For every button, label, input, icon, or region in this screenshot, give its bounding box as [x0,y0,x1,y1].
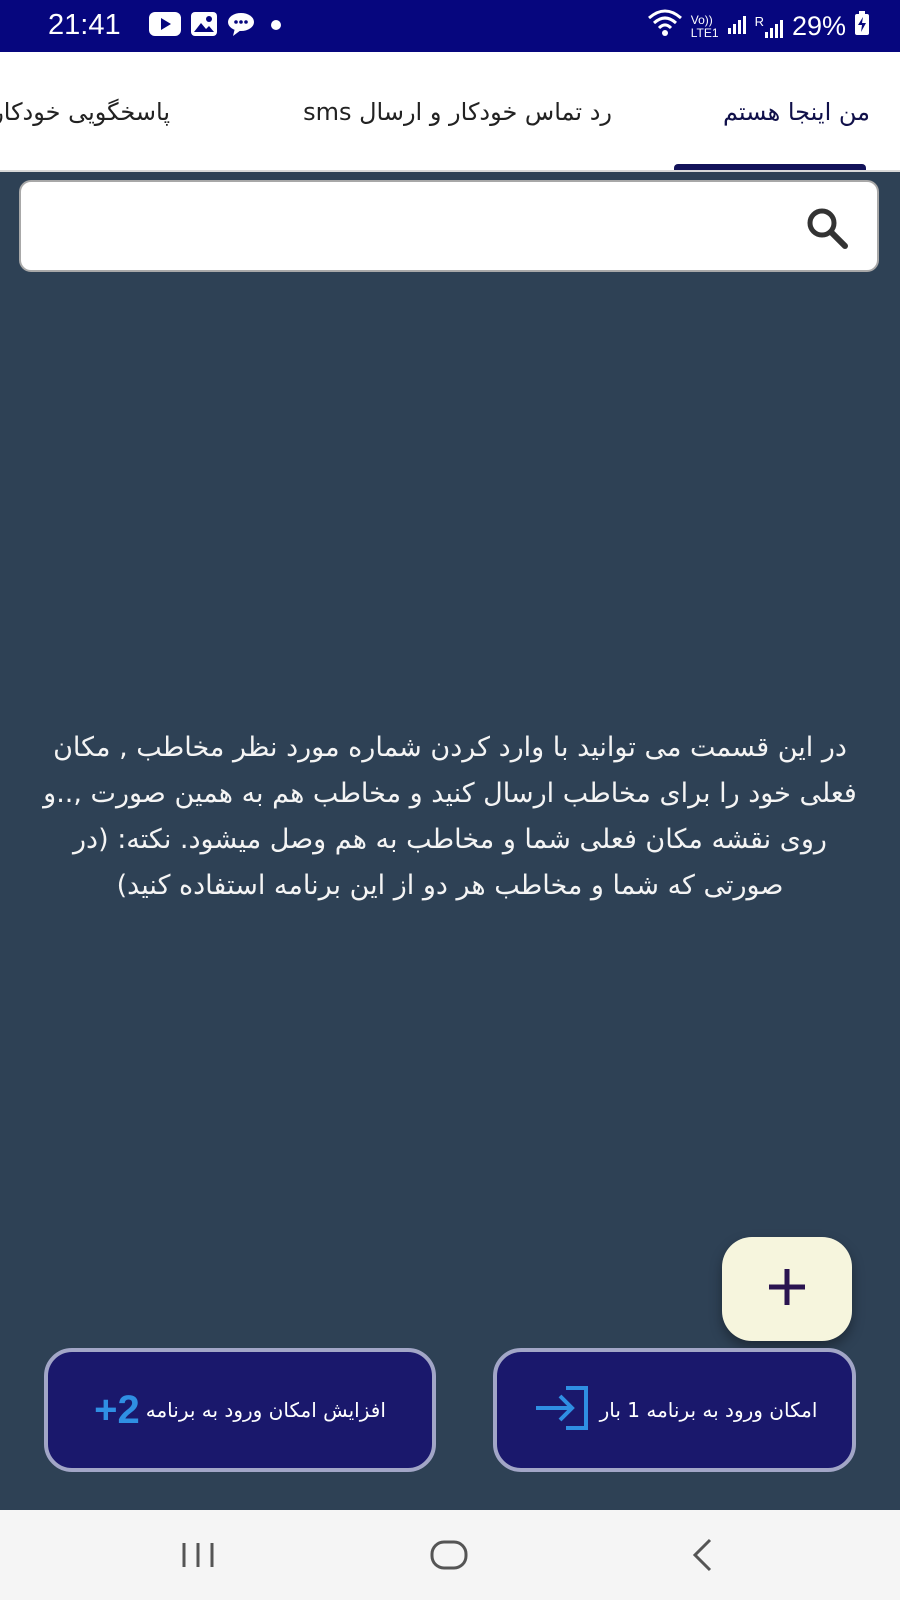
search-box[interactable] [19,180,879,272]
volte-label: Vo)) [690,12,713,27]
lte-label: LTE1 [690,25,719,40]
login-icon [532,1383,592,1437]
roaming-signal-icon: R [755,14,784,40]
gallery-icon [190,11,218,41]
login-label: امکان ورود به برنامه 1 بار [599,1398,818,1422]
roaming-label: R [754,13,764,29]
status-indicators: Vo)) LTE1 R 29% [647,8,870,45]
tab-i-am-here[interactable]: من اینجا هستم [723,98,870,126]
home-icon[interactable] [429,1535,469,1579]
status-bar: 21:41 Vo)) LTE1 R 29% [0,0,900,52]
battery-text: 29% [791,11,846,41]
tab-auto-answer[interactable]: پاسخگویی خودکار [0,98,170,126]
search-icon[interactable] [805,206,849,254]
add-button[interactable] [722,1237,852,1341]
tab-indicator [674,164,866,170]
volte-icon: Vo)) LTE1 [690,12,719,40]
wifi-icon [647,8,683,45]
search-input[interactable] [41,202,785,252]
login-button[interactable]: امکان ورود به برنامه 1 بار [493,1348,856,1472]
battery-icon [854,10,870,43]
increase-login-button[interactable]: +2 افزایش امکان ورود به برنامه [44,1348,436,1472]
plus-two-badge: +2 [94,1387,140,1432]
dot-icon [264,11,284,41]
recent-apps-icon[interactable] [178,1535,218,1579]
plus-icon [764,1264,810,1314]
notification-icons [148,11,284,41]
tab-auto-reject-sms[interactable]: رد تماس خودکار و ارسال sms [303,98,612,126]
increase-login-label: افزایش امکان ورود به برنامه [145,1398,386,1422]
description-text: در این قسمت می توانید با وارد کردن شماره… [43,732,857,901]
navigation-bar [0,1510,900,1600]
youtube-icon [148,11,182,41]
status-time: 21:41 [48,9,121,41]
back-icon[interactable] [683,1535,723,1579]
tab-bar: من اینجا هستم رد تماس خودکار و ارسال sms… [0,52,900,172]
chat-icon [226,11,256,41]
signal-icon [727,10,747,43]
